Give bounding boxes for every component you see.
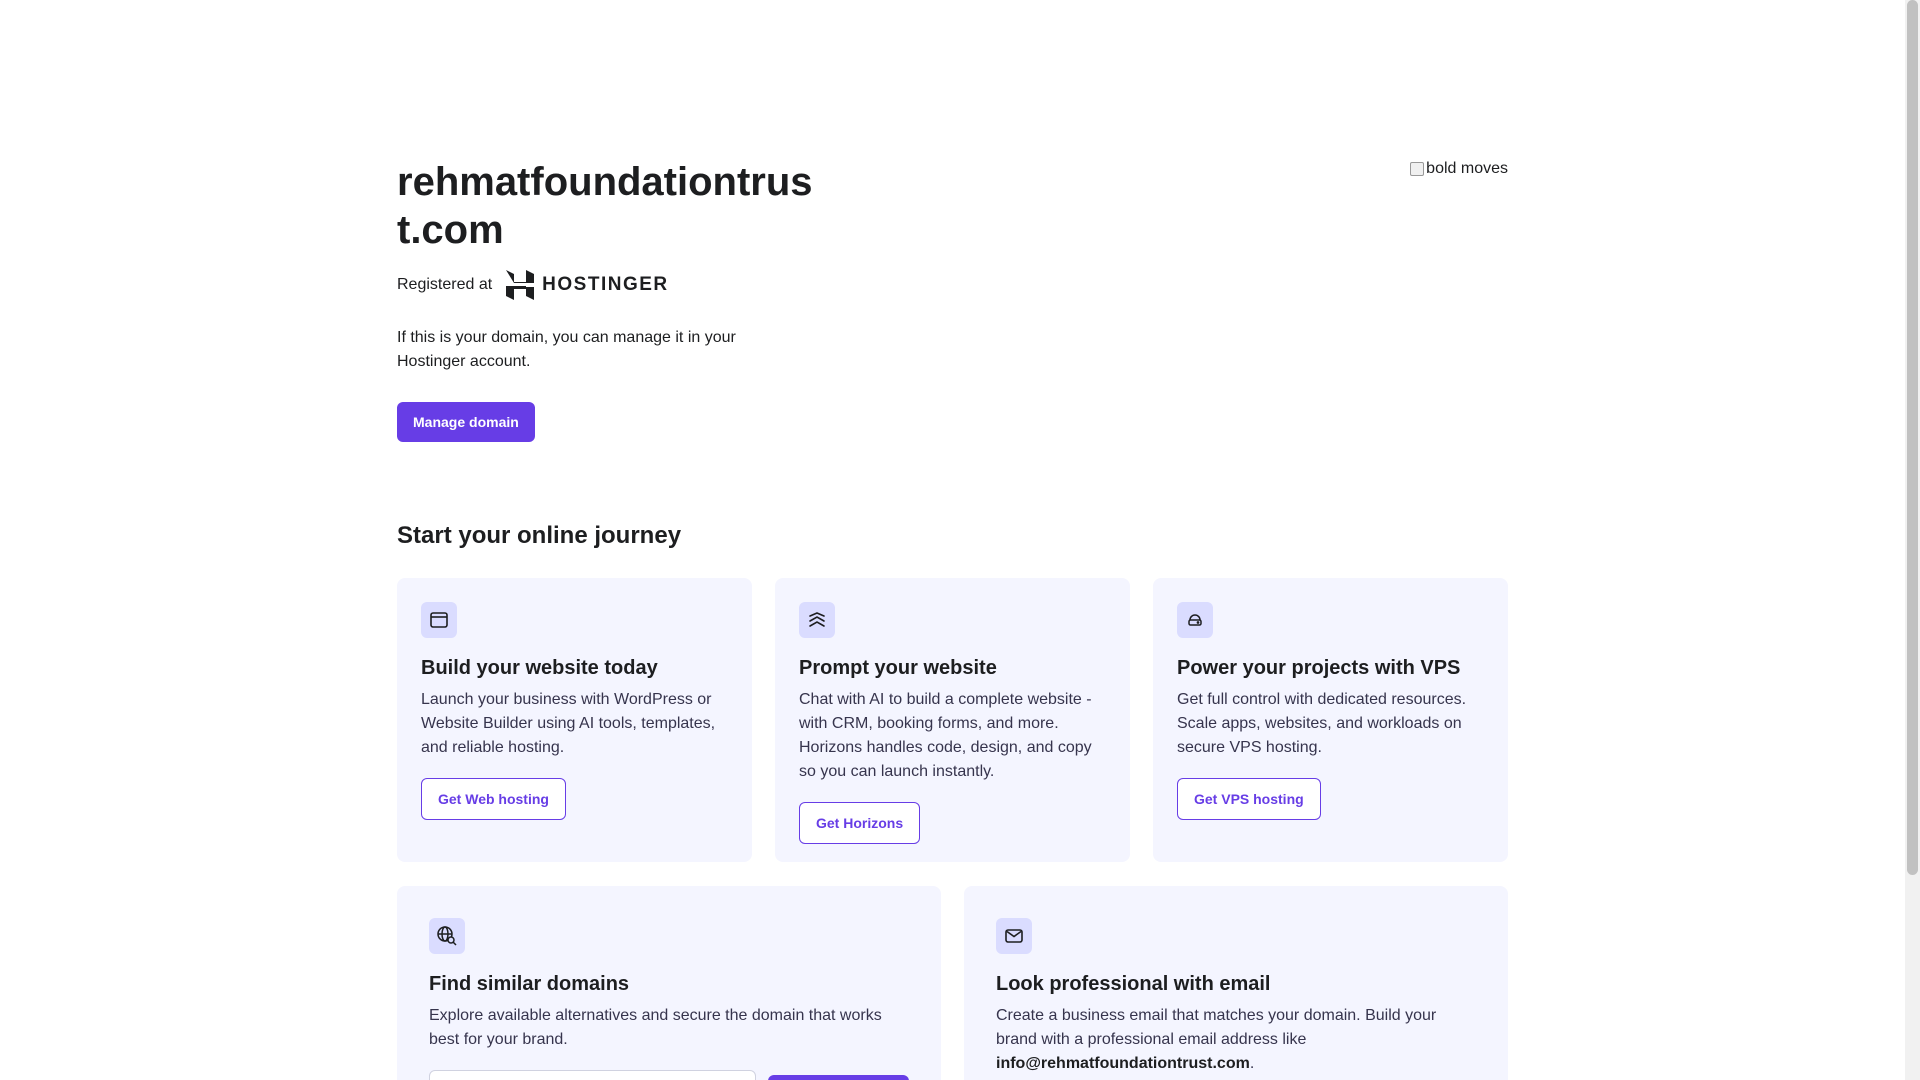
- find-domains-card: Find similar domains Explore available a…: [397, 886, 941, 1080]
- card-description: Create a business email that matches you…: [996, 1004, 1476, 1076]
- email-card: Look professional with email Create a bu…: [964, 886, 1508, 1080]
- domain-search-row: [429, 1070, 909, 1080]
- bold-moves-image: bold moves: [1410, 160, 1508, 178]
- hero-section: rehmatfoundationtrust.com Registered at …: [397, 158, 1508, 442]
- bold-moves-alt-text: bold moves: [1426, 160, 1508, 177]
- cloud-server-icon: [1177, 602, 1213, 638]
- domain-title: rehmatfoundationtrust.com: [397, 160, 813, 252]
- horizons-waves-icon: [799, 602, 835, 638]
- email-card-text: Create a business email that matches you…: [996, 1007, 1437, 1048]
- vertical-scrollbar[interactable]: [1905, 0, 1920, 1080]
- domain-search-wrap: [429, 1070, 756, 1080]
- hostinger-logo-icon: [506, 270, 535, 300]
- card-description: Launch your business with WordPress or W…: [421, 691, 716, 756]
- vps-card: Power your projects with VPS Get full co…: [1153, 578, 1508, 862]
- hostinger-logo[interactable]: HOSTINGER: [506, 270, 668, 300]
- card-title: Prompt your website: [799, 657, 997, 679]
- card-title: Find similar domains: [429, 973, 630, 995]
- globe-search-icon: [429, 918, 465, 954]
- get-vps-hosting-button[interactable]: Get VPS hosting: [1177, 778, 1321, 820]
- domain-search-input[interactable]: [429, 1070, 756, 1080]
- card-title: Power your projects with VPS: [1177, 657, 1461, 679]
- hostinger-wordmark: HOSTINGER: [542, 274, 669, 295]
- horizons-card: Prompt your website Chat with AI to buil…: [775, 578, 1130, 862]
- mail-icon: [996, 918, 1032, 954]
- card-description: Chat with AI to build a complete website…: [799, 691, 1092, 780]
- card-title: Build your website today: [421, 657, 658, 679]
- get-horizons-button[interactable]: Get Horizons: [799, 802, 921, 844]
- card-title: Look professional with email: [996, 973, 1271, 995]
- registered-at-row: Registered at HOSTINGER: [397, 270, 1508, 300]
- card-description: Explore available alternatives and secur…: [429, 1007, 882, 1048]
- example-email-address: info@rehmatfoundationtrust.com: [996, 1055, 1250, 1072]
- email-period: .: [1249, 1055, 1255, 1072]
- browser-window-icon: [421, 602, 457, 638]
- scrollbar-thumb[interactable]: [1907, 0, 1918, 875]
- broken-image-icon: [1410, 162, 1425, 176]
- domain-search-button[interactable]: [768, 1075, 909, 1080]
- manage-domain-text: If this is your domain, you can manage i…: [397, 329, 736, 370]
- card-description: Get full control with dedicated resource…: [1177, 691, 1467, 756]
- registered-label: Registered at: [397, 276, 493, 293]
- manage-domain-button[interactable]: Manage domain: [397, 402, 535, 442]
- page-container: rehmatfoundationtrust.com Registered at …: [397, 0, 1508, 1080]
- journey-section-title: Start your online journey: [397, 522, 682, 549]
- web-hosting-card: Build your website today Launch your bus…: [397, 578, 752, 862]
- get-web-hosting-button[interactable]: Get Web hosting: [421, 778, 566, 820]
